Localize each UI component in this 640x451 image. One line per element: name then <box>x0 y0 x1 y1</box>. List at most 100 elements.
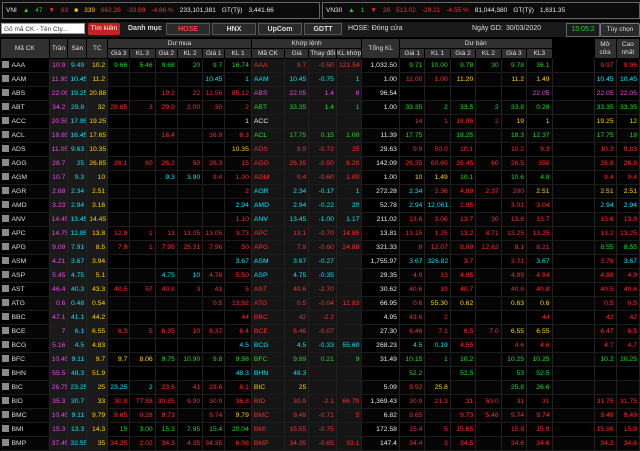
symbol-cell[interactable]: BIC <box>0 380 50 395</box>
table-row[interactable]: BHN 55.5 48.3 51.9 48.3 BHN 48.3 52.2 52.5 53 52.5 <box>0 366 640 381</box>
symbol-cell[interactable]: AMD <box>0 198 50 213</box>
tab-hose[interactable]: HOSE <box>166 23 210 35</box>
watch-checkbox-icon[interactable] <box>1 173 9 180</box>
table-row[interactable]: APC 14.75 12.85 13.8 12.9 1 13 13.05 13.05 3.73 AP… <box>0 226 640 241</box>
symbol-cell[interactable]: BMP <box>0 436 50 451</box>
watch-checkbox-icon[interactable] <box>1 299 9 306</box>
high-price <box>616 380 640 395</box>
vni-index-box[interactable]: VNI ▲ 47 ▼ 63 ■ 339 662.26 -33.89 -4.86 … <box>2 2 320 19</box>
tab-upcom[interactable]: UpCom <box>258 23 302 35</box>
watch-checkbox-icon[interactable] <box>1 271 9 278</box>
symbol-cell[interactable]: AGM <box>0 170 50 185</box>
table-row[interactable]: ABS 22.05 19.25 20.88 19.2 22 11.56 85.12 ABS 22.… <box>0 86 640 101</box>
watch-checkbox-icon[interactable] <box>1 75 9 82</box>
watch-checkbox-icon[interactable] <box>1 285 9 292</box>
danh-muc-menu[interactable]: Danh mục <box>128 23 162 35</box>
table-row[interactable]: BFC 10.45 9.11 9.7 9.7 8.06 9.75 10.90 9.8 9.98 BF… <box>0 352 640 367</box>
symbol-cell[interactable]: AAA <box>0 58 50 73</box>
table-row[interactable]: BCE 7 6.1 6.55 6.3 5 6.35 10 6.37 6.4 BCE 6.46 -0.07… <box>0 324 640 339</box>
table-row[interactable]: AAM 11.95 10.45 11.2 10.45 1 AAM 10.45 -0.75 1 1.0… <box>0 72 640 87</box>
table-row[interactable]: ANV 14.45 13.45 14.45 1.10 ANV 13.45 -1.00 1.17 2… <box>0 212 640 227</box>
symbol-cell[interactable]: ABT <box>0 100 50 115</box>
symbol-cell[interactable]: BID <box>0 394 50 409</box>
watch-checkbox-icon[interactable] <box>1 257 9 264</box>
match-symbol: ABT <box>251 100 286 115</box>
watch-checkbox-icon[interactable] <box>1 439 9 446</box>
symbol-cell[interactable]: AGR <box>0 184 50 199</box>
ask-cell: 9.73 <box>450 408 477 423</box>
watch-checkbox-icon[interactable] <box>1 61 9 68</box>
symbol-cell[interactable]: ASP <box>0 268 50 283</box>
watch-checkbox-icon[interactable] <box>1 131 9 138</box>
watch-checkbox-icon[interactable] <box>1 201 9 208</box>
table-row[interactable]: BID 35.3 30.7 33 30.8 77.88 30.85 9.90 30.9 36.8 B… <box>0 394 640 409</box>
symbol-cell[interactable]: AAM <box>0 72 50 87</box>
watch-checkbox-icon[interactable] <box>1 103 9 110</box>
watch-checkbox-icon[interactable] <box>1 355 9 362</box>
table-row[interactable]: AMD 3.23 2.94 3.16 2.94 AMD 2.94 -0.22 20 52.78 2.… <box>0 198 640 213</box>
symbol-cell[interactable]: BMI <box>0 422 50 437</box>
symbol-cell[interactable]: BBC <box>0 310 50 325</box>
symbol-cell[interactable]: ANV <box>0 212 50 227</box>
tab-hnx[interactable]: HNX <box>212 23 256 35</box>
header-ma-ck[interactable]: Mã CK <box>0 38 50 59</box>
symbol-cell[interactable]: ABS <box>0 86 50 101</box>
table-row[interactable]: ASP 5.45 4.75 5.1 4.75 10 4.76 5.50 ASP 4.75 -0.35… <box>0 268 640 283</box>
table-row[interactable]: BMI 15.3 13.3 14.3 15 3.00 15.3 7.95 15.4 20.04 BM… <box>0 422 640 437</box>
options-button[interactable]: Tùy chọn <box>600 23 640 37</box>
symbol-cell[interactable]: BCE <box>0 324 50 339</box>
table-row[interactable]: ASM 4.21 3.67 3.94 3.67 ASM 3.67 -0.27 1,755.97 3… <box>0 254 640 269</box>
watch-checkbox-icon[interactable] <box>1 425 9 432</box>
symbol-cell[interactable]: APC <box>0 226 50 241</box>
symbol-cell[interactable]: AST <box>0 282 50 297</box>
table-row[interactable]: ACL 18.85 16.45 17.65 16.4 16.9 6.3 ACL 17.75 0.1… <box>0 128 640 143</box>
watch-checkbox-icon[interactable] <box>1 341 9 348</box>
table-row[interactable]: ATG 0.6 0.48 0.54 0.5 13.92 ATG 0.5 -0.04 12.83 66… <box>0 296 640 311</box>
search-input[interactable]: Gõ mã CK - Tên Cty... <box>1 23 85 34</box>
vn30-index-box[interactable]: VN30 ▲ 1 ▼ 28 513.02 -29.21 -4.55 % 81,0… <box>322 2 640 19</box>
symbol-cell[interactable]: BCG <box>0 338 50 353</box>
table-row[interactable]: BMC 10.45 9.11 9.79 9.65 0.28 9.73 9.74 9.79 BMC 9… <box>0 408 640 423</box>
table-row[interactable]: AGM 10.7 9.3 10 9.3 3.90 9.4 1.00 AGM 9.4 -0.60 1.0… <box>0 170 640 185</box>
watch-checkbox-icon[interactable] <box>1 89 9 96</box>
symbol-cell[interactable]: BHN <box>0 366 50 381</box>
symbol-cell[interactable]: ACC <box>0 114 50 129</box>
table-row[interactable]: AAA 10.9 9.49 10.2 9.66 5.46 9.68 20 9.7 16.74 AAA… <box>0 58 640 73</box>
watch-checkbox-icon[interactable] <box>1 145 9 152</box>
table-row[interactable]: BIC 26.75 23.25 25 23.25 2 23.6 41 23.6 8.1 BIC 25 5… <box>0 380 640 395</box>
symbol-cell[interactable]: ACL <box>0 128 50 143</box>
symbol-cell[interactable]: APG <box>0 240 50 255</box>
table-row[interactable]: BMP 37.45 32.55 35 34.25 2.02 34.3 4.35 34.35 6.0… <box>0 436 640 451</box>
symbol-cell[interactable]: ATG <box>0 296 50 311</box>
symbol-cell[interactable]: BFC <box>0 352 50 367</box>
table-row[interactable]: ACC 20.55 17.95 19.25 1 ACC 14 1 18.95 2 19 1 19.25 1… <box>0 114 640 129</box>
watch-checkbox-icon[interactable] <box>1 369 9 376</box>
symbol-cell[interactable]: ASM <box>0 254 50 269</box>
table-row[interactable]: BBC 47.1 41.1 44.2 44 BBC 42 -2.2 4.95 43.6 2 44 42 4… <box>0 310 640 325</box>
watch-checkbox-icon[interactable] <box>1 313 9 320</box>
watch-checkbox-icon[interactable] <box>1 411 9 418</box>
watch-checkbox-icon[interactable] <box>1 397 9 404</box>
total-volume: 5.09 <box>361 380 400 395</box>
watch-checkbox-icon[interactable] <box>1 117 9 124</box>
search-button[interactable]: Tìm kiếm <box>88 23 120 35</box>
symbol-cell[interactable]: BMC <box>0 408 50 423</box>
table-row[interactable]: ABT 34.2 29.8 32 29.85 3 29.9 2.00 30 2 ABT 33.35 1.… <box>0 100 640 115</box>
tab-gdtt[interactable]: GDTT <box>304 23 342 35</box>
table-row[interactable]: BCG 5.16 4.5 4.83 4.5 BCG 4.5 -0.33 55.60 268.23 4… <box>0 338 640 353</box>
table-row[interactable]: ADS 11.05 9.63 10.35 10.35 ADS 9.9 -0.72 25 29.63… <box>0 142 640 157</box>
symbol-cell[interactable]: ADS <box>0 142 50 157</box>
subheader-buy-4: Giá 1 <box>202 48 226 59</box>
watch-checkbox-icon[interactable] <box>1 243 9 250</box>
table-row[interactable]: APG 9.09 7.91 8.5 7.9 1 7.95 25.31 7.96 50 APG 7.9-… <box>0 240 640 255</box>
table-row[interactable]: AST 46.4 40.3 43.3 40.5 57 40.8 3 41 5 AST 40.6 -2.7… <box>0 282 640 297</box>
symbol-cell[interactable]: AGG <box>0 156 50 171</box>
table-row[interactable]: AGG 28.7 25 26.85 26.1 60 26.2 50 26.3 15 AGG 26.35… <box>0 156 640 171</box>
watch-checkbox-icon[interactable] <box>1 327 9 334</box>
table-row[interactable]: AGR 2.68 2.34 2.51 2 AGR 2.34 -0.17 1 272.28 2.34 2… <box>0 184 640 199</box>
watch-checkbox-icon[interactable] <box>1 383 9 390</box>
watch-checkbox-icon[interactable] <box>1 187 9 194</box>
watch-checkbox-icon[interactable] <box>1 229 9 236</box>
watch-checkbox-icon[interactable] <box>1 159 9 166</box>
watch-checkbox-icon[interactable] <box>1 215 9 222</box>
